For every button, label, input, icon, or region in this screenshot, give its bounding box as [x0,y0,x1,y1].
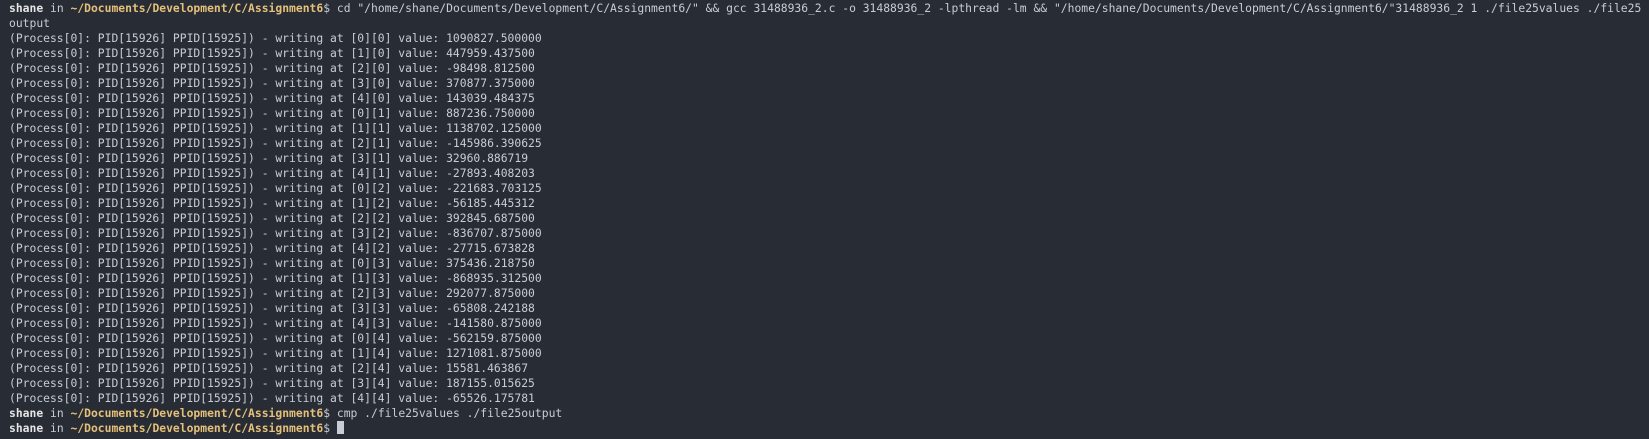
prompt-dollar: $ [323,406,337,420]
prompt-line-2: shane in ~/Documents/Development/C/Assig… [9,406,1649,421]
output-line: (Process[0]: PID[15926] PPID[15925]) - w… [9,376,535,390]
prompt-path: ~/Documents/Development/C/Assignment6 [70,421,324,435]
output-line: (Process[0]: PID[15926] PPID[15925]) - w… [9,196,535,210]
output-line: (Process[0]: PID[15926] PPID[15925]) - w… [9,271,542,285]
output-line: (Process[0]: PID[15926] PPID[15925]) - w… [9,106,535,120]
output-line: (Process[0]: PID[15926] PPID[15925]) - w… [9,331,542,345]
output-line: (Process[0]: PID[15926] PPID[15925]) - w… [9,286,535,300]
prompt-user: shane [9,421,44,435]
output-line: (Process[0]: PID[15926] PPID[15925]) - w… [9,46,535,60]
output-line: (Process[0]: PID[15926] PPID[15925]) - w… [9,241,535,255]
prompt-line-current[interactable]: shane in ~/Documents/Development/C/Assig… [9,421,1649,436]
prompt-in: in [43,406,71,420]
command-text: cmp ./file25values ./file25output [336,406,563,420]
program-output: (Process[0]: PID[15926] PPID[15925]) - w… [9,31,1649,406]
prompt-path: ~/Documents/Development/C/Assignment6 [70,406,324,420]
output-line: (Process[0]: PID[15926] PPID[15925]) - w… [9,361,529,375]
prompt-dollar: $ [323,421,337,435]
output-line: (Process[0]: PID[15926] PPID[15925]) - w… [9,316,542,330]
output-line: (Process[0]: PID[15926] PPID[15925]) - w… [9,166,535,180]
prompt-in: in [43,1,71,15]
output-line: (Process[0]: PID[15926] PPID[15925]) - w… [9,391,535,405]
output-line: (Process[0]: PID[15926] PPID[15925]) - w… [9,181,542,195]
prompt-path: ~/Documents/Development/C/Assignment6 [70,1,324,15]
prompt-dollar: $ [323,1,337,15]
output-line: (Process[0]: PID[15926] PPID[15925]) - w… [9,346,542,360]
output-line: (Process[0]: PID[15926] PPID[15925]) - w… [9,256,535,270]
prompt-user: shane [9,1,44,15]
text-cursor[interactable] [336,421,344,434]
output-line: (Process[0]: PID[15926] PPID[15925]) - w… [9,226,542,240]
output-line: (Process[0]: PID[15926] PPID[15925]) - w… [9,76,535,90]
output-line: (Process[0]: PID[15926] PPID[15925]) - w… [9,301,535,315]
prompt-user: shane [9,406,44,420]
output-line: (Process[0]: PID[15926] PPID[15925]) - w… [9,211,535,225]
output-line: (Process[0]: PID[15926] PPID[15925]) - w… [9,151,529,165]
output-line: (Process[0]: PID[15926] PPID[15925]) - w… [9,91,535,105]
output-line: (Process[0]: PID[15926] PPID[15925]) - w… [9,61,535,75]
prompt-in: in [43,421,71,435]
output-line: (Process[0]: PID[15926] PPID[15925]) - w… [9,136,542,150]
prompt-line-1: shane in ~/Documents/Development/C/Assig… [9,1,1649,31]
output-line: (Process[0]: PID[15926] PPID[15925]) - w… [9,121,542,135]
terminal-window[interactable]: shane in ~/Documents/Development/C/Assig… [0,0,1649,439]
output-line: (Process[0]: PID[15926] PPID[15925]) - w… [9,31,542,45]
